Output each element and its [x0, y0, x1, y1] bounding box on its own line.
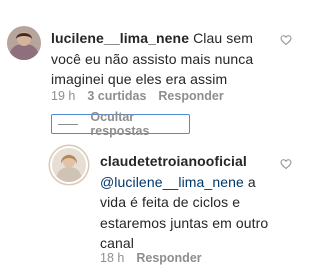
likes-count[interactable]: 3 curtidas: [87, 89, 146, 103]
comment-meta: 19 h 3 curtidas Responder: [51, 89, 224, 103]
reply-button[interactable]: Responder: [136, 251, 201, 265]
divider-line: [58, 123, 79, 125]
comment-username[interactable]: claudetetroianooficial: [100, 153, 247, 169]
hide-replies-button[interactable]: Ocultar respostas: [51, 110, 190, 138]
reply-button[interactable]: Responder: [158, 89, 223, 103]
comment-meta: 18 h Responder: [100, 251, 202, 265]
hide-replies-label: Ocultar respostas: [90, 110, 150, 138]
comment-time[interactable]: 18 h: [100, 251, 124, 265]
avatar[interactable]: [52, 148, 86, 182]
mention-link[interactable]: @lucilene__lima_nene: [100, 174, 244, 190]
comment-text: claudetetroianooficial @lucilene__lima_n…: [100, 151, 272, 254]
comment-time[interactable]: 19 h: [51, 89, 75, 103]
comment-text: lucilene__lima_nene Clau sem você eu não…: [51, 28, 266, 90]
avatar[interactable]: [7, 26, 41, 60]
heart-icon[interactable]: [280, 158, 292, 170]
heart-icon[interactable]: [280, 34, 292, 46]
comment-username[interactable]: lucilene__lima_nene: [51, 30, 189, 46]
